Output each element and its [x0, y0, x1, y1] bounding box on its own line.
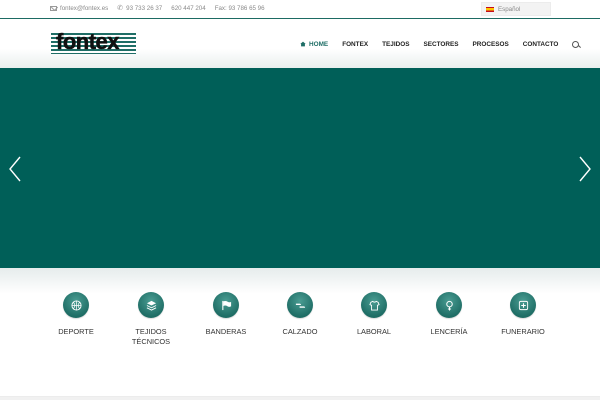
flag-icon [213, 292, 239, 318]
slider-prev-arrow-icon[interactable] [8, 155, 22, 183]
logo-text: fontex [56, 29, 120, 54]
sector-label: TEJIDOS TÉCNICOS [131, 327, 171, 346]
sector-lenceria[interactable]: LENCERÍA [409, 292, 489, 337]
female-icon [436, 292, 462, 318]
shoes-icon [287, 292, 313, 318]
fontex-logo[interactable]: fontex [51, 29, 136, 54]
layers-icon [138, 292, 164, 318]
fax-number: Fax: 93 786 65 96 [214, 5, 265, 12]
main-nav: HOME FONTEX TEJIDOS SECTORES PROCESOS CO… [300, 40, 580, 48]
sector-laboral[interactable]: LABORAL [334, 292, 414, 337]
nav-item-fontex[interactable]: FONTEX [342, 41, 368, 48]
sector-label: BANDERAS [205, 327, 247, 336]
hero-slider [0, 68, 600, 268]
nav-item-sectores[interactable]: SECTORES [423, 41, 458, 48]
sector-label: LABORAL [356, 327, 392, 336]
nav-item-contacto[interactable]: CONTACTO [523, 41, 559, 48]
search-icon[interactable] [572, 40, 580, 48]
nav-item-tejidos[interactable]: TEJIDOS [382, 41, 409, 48]
sector-label: LENCERÍA [430, 327, 468, 336]
language-selector[interactable]: Español [481, 2, 551, 16]
nav-item-procesos[interactable]: PROCESOS [473, 41, 509, 48]
mobile-number[interactable]: 620 447 204 [171, 5, 205, 12]
spain-flag-icon [486, 6, 494, 12]
language-label: Español [498, 5, 521, 13]
basketball-icon [63, 292, 89, 318]
mail-icon [50, 6, 57, 11]
phone-number[interactable]: 93 733 26 37 [126, 5, 162, 12]
sector-banderas[interactable]: BANDERAS [186, 292, 266, 337]
sector-deporte[interactable]: DEPORTE [36, 292, 116, 337]
nav-label-home: HOME [309, 41, 329, 48]
email-link[interactable]: fontex@fontex.es [60, 5, 108, 12]
contact-info: fontex@fontex.es ✆ 93 733 26 37 620 447 … [50, 5, 265, 12]
phone-icon: ✆ [117, 5, 124, 12]
cross-icon [510, 292, 536, 318]
sector-tejidos-tecnicos[interactable]: TEJIDOS TÉCNICOS [111, 292, 191, 347]
sector-label: DEPORTE [58, 327, 94, 336]
sector-label: FUNERARIO [501, 327, 545, 336]
home-icon [300, 41, 306, 47]
sector-funerario[interactable]: FUNERARIO [483, 292, 563, 337]
top-bar: fontex@fontex.es ✆ 93 733 26 37 620 447 … [0, 0, 600, 19]
slider-next-arrow-icon[interactable] [578, 155, 592, 183]
site-header: fontex HOME FONTEX TEJIDOS SECTORES PROC… [0, 20, 600, 68]
nav-item-home[interactable]: HOME [300, 40, 328, 48]
bottom-divider [0, 396, 600, 400]
sector-label: CALZADO [282, 327, 318, 336]
sector-calzado[interactable]: CALZADO [260, 292, 340, 337]
shirt-icon [361, 292, 387, 318]
